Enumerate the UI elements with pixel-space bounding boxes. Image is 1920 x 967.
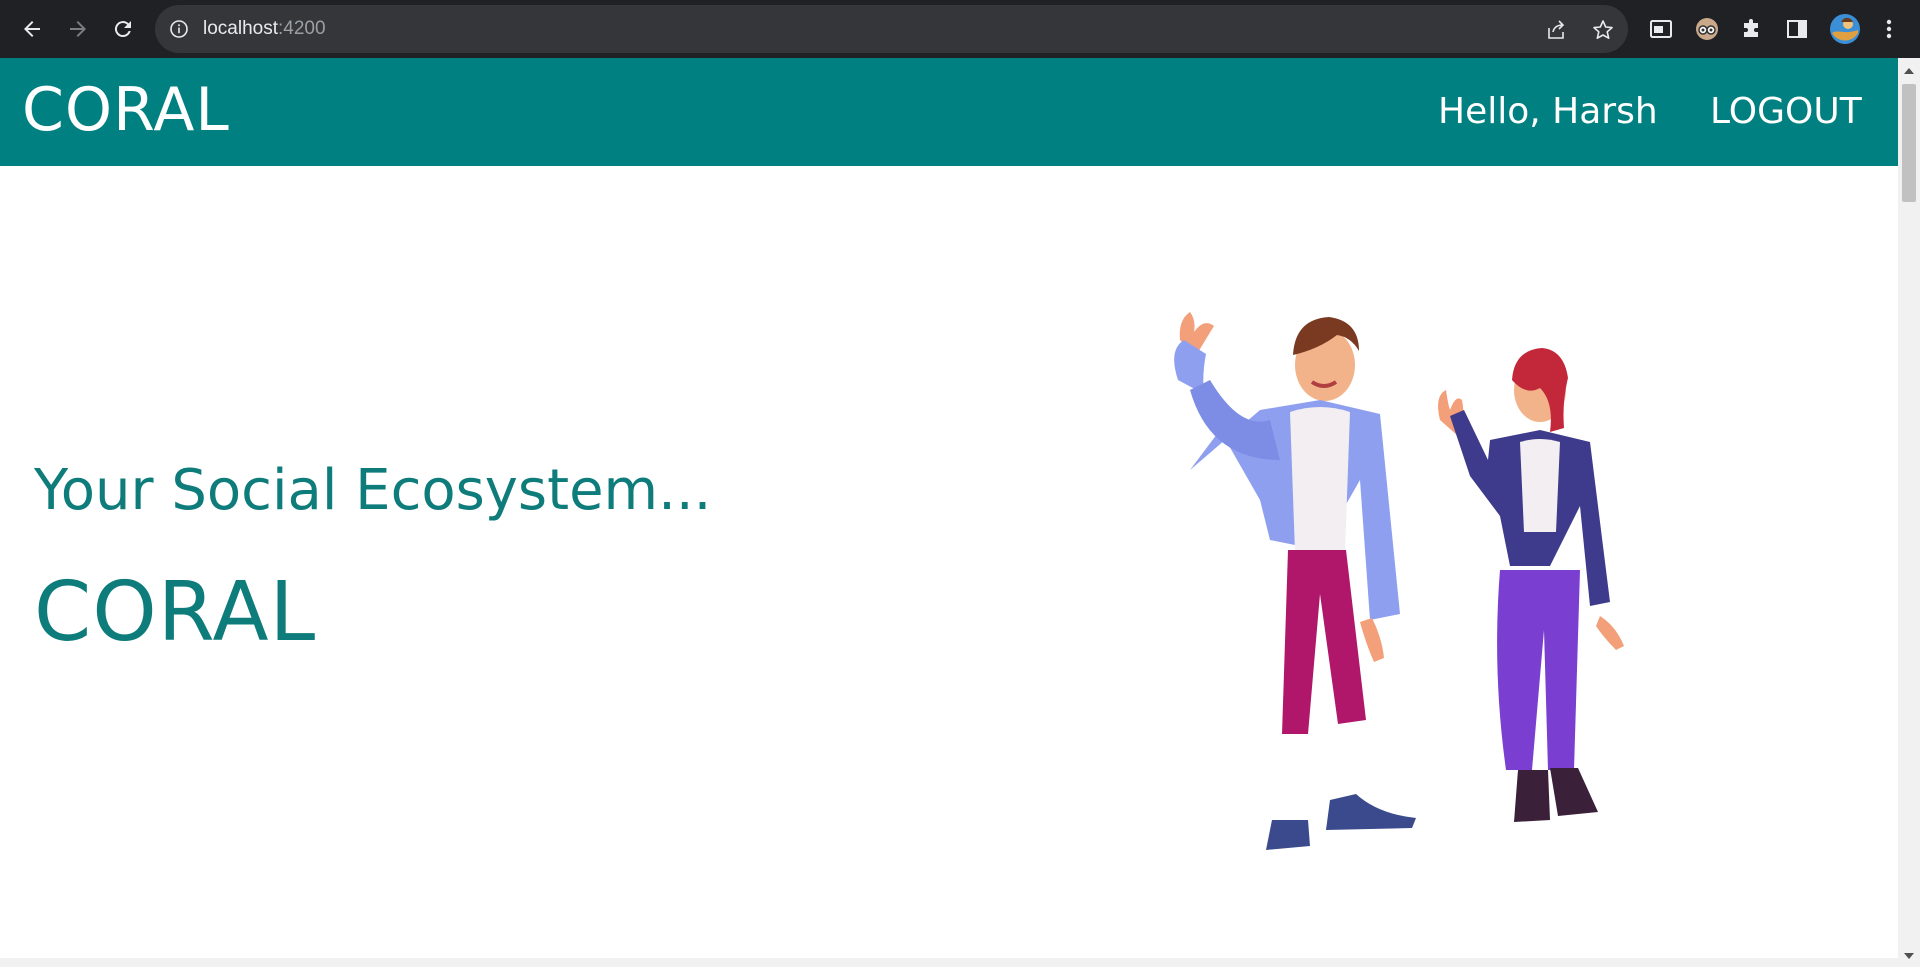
hero-title: CORAL [34, 565, 317, 660]
media-icon[interactable] [1646, 14, 1676, 44]
url-text: localhost:4200 [203, 18, 326, 40]
avatar[interactable] [1828, 12, 1862, 46]
share-icon[interactable] [1545, 19, 1567, 41]
logout-button[interactable]: LOGOUT [1710, 88, 1862, 136]
star-icon[interactable] [1592, 19, 1614, 41]
address-bar[interactable]: localhost:4200 [155, 5, 1628, 53]
scroll-down-icon[interactable] [1903, 951, 1915, 961]
vertical-scrollbar[interactable] [1898, 58, 1920, 967]
back-icon[interactable] [16, 13, 48, 45]
man-figure [1174, 312, 1416, 850]
side-panel-icon[interactable] [1782, 14, 1812, 44]
browser-toolbar: localhost:4200 [0, 0, 1920, 58]
user-greeting: Hello, Harsh [1438, 91, 1658, 132]
reload-icon[interactable] [107, 13, 139, 45]
hero-tagline: Your Social Ecosystem... [34, 458, 712, 523]
menu-icon[interactable] [1874, 14, 1904, 44]
scroll-thumb[interactable] [1902, 84, 1916, 202]
horizontal-scrollbar[interactable] [0, 958, 1898, 967]
url-port: :4200 [278, 18, 326, 39]
info-icon[interactable] [169, 19, 189, 39]
profile-extension-icon[interactable] [1692, 14, 1722, 44]
forward-icon[interactable] [62, 13, 94, 45]
brand-logo[interactable]: CORAL [22, 74, 230, 146]
app-header: CORAL Hello, Harsh LOGOUT [0, 58, 1898, 166]
waving-people-illustration [1174, 312, 1624, 850]
url-host: localhost [203, 18, 278, 39]
scroll-up-icon[interactable] [1903, 66, 1915, 76]
extensions-icon[interactable] [1737, 14, 1767, 44]
woman-figure [1438, 348, 1624, 822]
